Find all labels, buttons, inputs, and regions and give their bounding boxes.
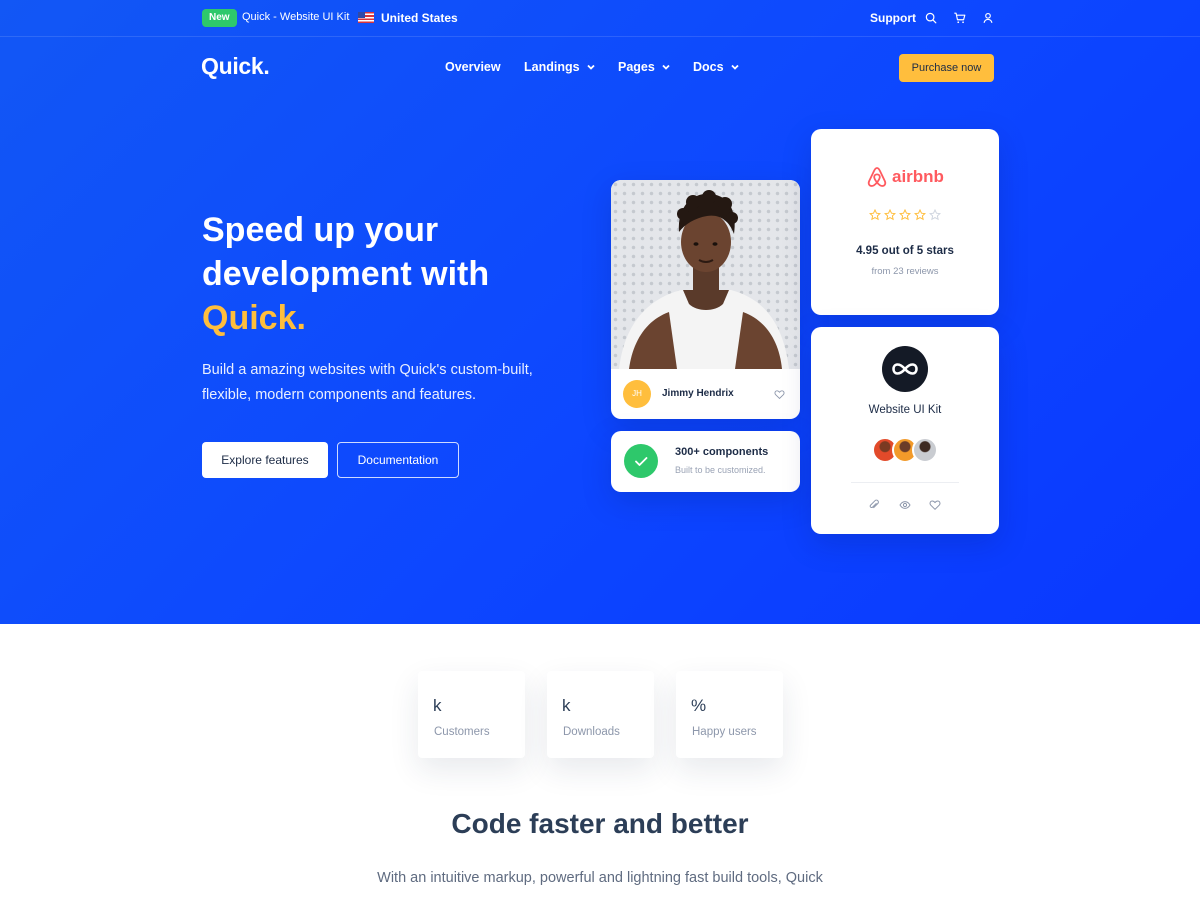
components-title: 300+ components [675, 446, 769, 458]
chevron-down-icon [730, 64, 739, 70]
profile-card: JH Jimmy Hendrix [611, 180, 800, 419]
avatar-group [872, 437, 942, 465]
heart-icon[interactable] [774, 389, 785, 400]
nav-pages[interactable]: Pages [618, 60, 671, 74]
nav-pages-label: Pages [618, 60, 655, 74]
star-filled-icon [884, 209, 896, 221]
country-selector[interactable]: United States [381, 11, 458, 25]
profile-footer: JH Jimmy Hendrix [611, 369, 800, 419]
nav-landings[interactable]: Landings [524, 60, 596, 74]
star-filled-icon [869, 209, 881, 221]
hero-heading-highlight: Quick. [202, 299, 306, 337]
nav-docs[interactable]: Docs [693, 60, 740, 74]
nav-docs-label: Docs [693, 60, 724, 74]
purchase-now-button[interactable]: Purchase now [899, 54, 994, 82]
section-subtitle: With an intuitive markup, powerful and l… [377, 870, 823, 886]
components-subtitle: Built to be customized. [675, 465, 766, 475]
eye-icon[interactable] [899, 499, 911, 511]
section-title: Code faster and better [451, 808, 749, 839]
hero-heading: Speed up your development with Quick. [202, 208, 582, 340]
stat-label: Customers [434, 726, 490, 738]
avatar: JH [623, 380, 651, 408]
star-filled-icon [899, 209, 911, 221]
airbnb-wordmark: airbnb [892, 167, 944, 186]
explore-features-button[interactable]: Explore features [202, 442, 328, 478]
stat-label: Downloads [563, 726, 620, 738]
components-card: 300+ components Built to be customized. [611, 431, 800, 492]
check-circle-icon [624, 444, 658, 478]
cart-icon[interactable] [953, 10, 967, 26]
reviews-count: from 23 reviews [871, 266, 939, 277]
stat-value: % [691, 696, 707, 715]
new-badge: New [202, 9, 237, 27]
rating-text: 4.95 out of 5 stars [856, 245, 954, 257]
chevron-down-icon [586, 64, 595, 70]
us-flag-icon [358, 12, 374, 23]
stat-customers: k Customers [418, 671, 525, 758]
profile-name[interactable]: Jimmy Hendrix [662, 388, 734, 399]
person-illustration [619, 190, 789, 369]
divider [851, 482, 959, 483]
hero-heading-line2: development with [202, 255, 490, 293]
stat-label: Happy users [692, 726, 757, 738]
rating-card: airbnb 4.95 out of 5 stars from 23 revie… [811, 129, 999, 315]
stat-downloads: k Downloads [547, 671, 654, 758]
hero-lead: Build a amazing websites with Quick's cu… [202, 362, 533, 403]
airbnb-icon [867, 167, 887, 187]
infinity-logo-icon [882, 346, 928, 392]
star-rating [869, 209, 941, 221]
star-filled-icon [914, 209, 926, 221]
top-bar: New Quick - Website UI Kit United States… [0, 0, 1200, 37]
brand-logo[interactable]: Quick. [201, 53, 270, 80]
nav-overview[interactable]: Overview [445, 60, 501, 74]
documentation-button[interactable]: Documentation [337, 442, 459, 478]
heart-icon[interactable] [929, 499, 941, 511]
stat-value: k [562, 696, 571, 715]
search-icon[interactable] [924, 10, 938, 26]
ui-kit-name: Website UI Kit [868, 404, 942, 416]
support-link[interactable]: Support [870, 11, 916, 25]
stat-happy-users: % Happy users [676, 671, 783, 758]
chevron-down-icon [662, 64, 670, 70]
star-empty-icon [929, 209, 941, 221]
hero-heading-line1: Speed up your [202, 211, 439, 249]
paperclip-icon[interactable] [868, 499, 880, 511]
nav-landings-label: Landings [524, 60, 580, 74]
nav-overview-label: Overview [445, 60, 501, 74]
ui-kit-card: Website UI Kit [811, 327, 999, 534]
avatar [912, 437, 938, 463]
kit-link[interactable]: Quick - Website UI Kit [242, 11, 349, 23]
airbnb-logo: airbnb [866, 165, 944, 189]
user-icon[interactable] [981, 10, 995, 26]
stat-value: k [433, 696, 442, 715]
hero-section: New Quick - Website UI Kit United States… [0, 0, 1200, 624]
profile-photo [611, 180, 800, 369]
